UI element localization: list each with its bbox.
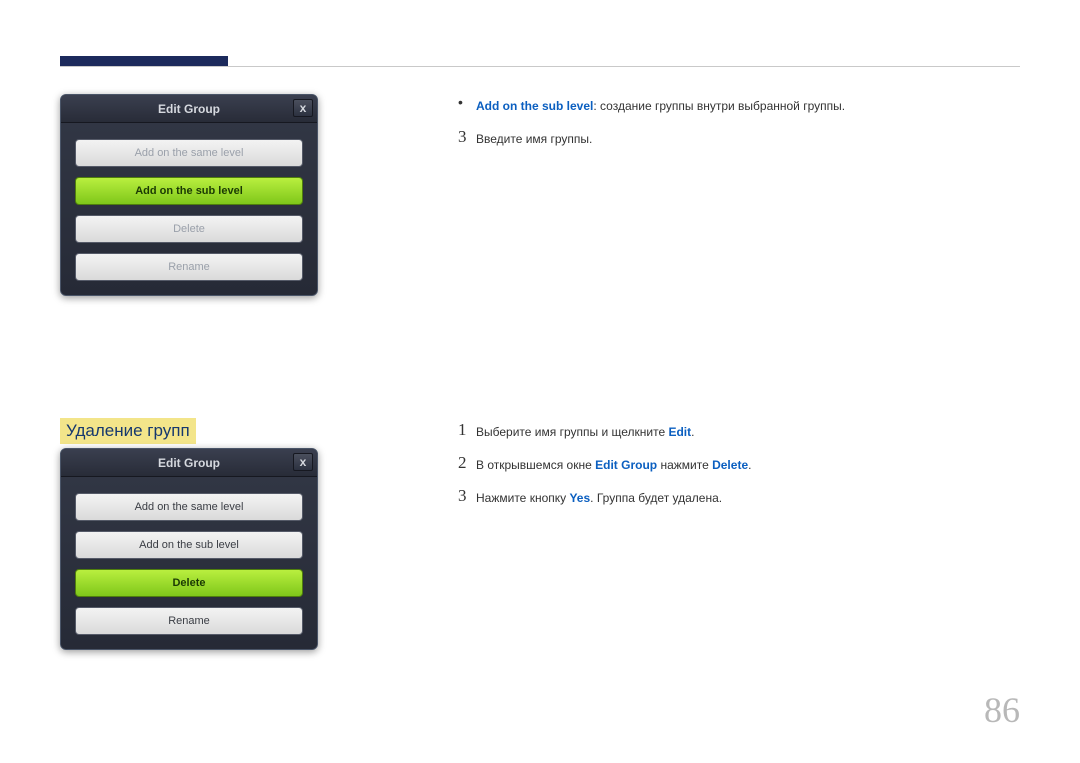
step-text: Введите имя группы. (476, 127, 592, 148)
step-row: 1 Выберите имя группы и щелкните Edit. (458, 420, 1020, 441)
header-rule (60, 66, 1020, 67)
edit-group-dialog-1: Edit Group x Add on the same levelAdd on… (60, 94, 380, 296)
step-text: В открывшемся окне Edit Group нажмите De… (476, 453, 751, 474)
bullet-text: : создание группы внутри выбранной групп… (593, 99, 845, 113)
section-title-delete-groups: Удаление групп (60, 418, 196, 444)
close-button[interactable]: x (293, 453, 313, 471)
bullet-item: • Add on the sub level: создание группы … (458, 94, 1020, 115)
option-rename[interactable]: Rename (75, 253, 303, 281)
term-edit-group: Edit Group (595, 458, 657, 472)
step-row: 2 В открывшемся окне Edit Group нажмите … (458, 453, 1020, 474)
dialog-body: Add on the same level Add on the sub leve… (61, 123, 317, 295)
step-number: 3 (458, 127, 476, 147)
step-row: 3 Нажмите кнопку Yes. Группа будет удале… (458, 486, 1020, 507)
dialog-title: Edit Group (158, 456, 220, 470)
option-add-on-the-same-level[interactable]: Add on the same level (75, 493, 303, 521)
option-add-on-the-sub-level[interactable]: Add on the sub level (75, 531, 303, 559)
option-add-on-the-sub-level[interactable]: Add on the sub level (75, 177, 303, 205)
instructions-block-1: • Add on the sub level: создание группы … (458, 94, 1020, 160)
term-delete: Delete (712, 458, 748, 472)
close-button[interactable]: x (293, 99, 313, 117)
option-rename[interactable]: Rename (75, 607, 303, 635)
step-text: Выберите имя группы и щелкните Edit. (476, 420, 694, 441)
option-add-on-the-same-level[interactable]: Add on the same level (75, 139, 303, 167)
term-edit: Edit (668, 425, 691, 439)
page-number: 86 (984, 689, 1020, 731)
step-number: 3 (458, 486, 476, 506)
edit-group-dialog-2: Edit Group x Add on the same levelAdd on… (60, 448, 380, 650)
step-text: Нажмите кнопку Yes. Группа будет удалена… (476, 486, 722, 507)
instructions-block-2: 1 Выберите имя группы и щелкните Edit. 2… (458, 420, 1020, 519)
term-yes: Yes (569, 491, 590, 505)
term-add-sub-level: Add on the sub level (476, 99, 593, 113)
option-delete[interactable]: Delete (75, 215, 303, 243)
step-row: 3 Введите имя группы. (458, 127, 1020, 148)
step-number: 2 (458, 453, 476, 473)
dialog-body: Add on the same level Add on the sub leve… (61, 477, 317, 649)
dialog-title: Edit Group (158, 102, 220, 116)
dialog-titlebar: Edit Group x (61, 95, 317, 123)
header-accent (60, 56, 228, 66)
bullet-icon: • (458, 94, 476, 110)
option-delete[interactable]: Delete (75, 569, 303, 597)
dialog-titlebar: Edit Group x (61, 449, 317, 477)
step-number: 1 (458, 420, 476, 440)
